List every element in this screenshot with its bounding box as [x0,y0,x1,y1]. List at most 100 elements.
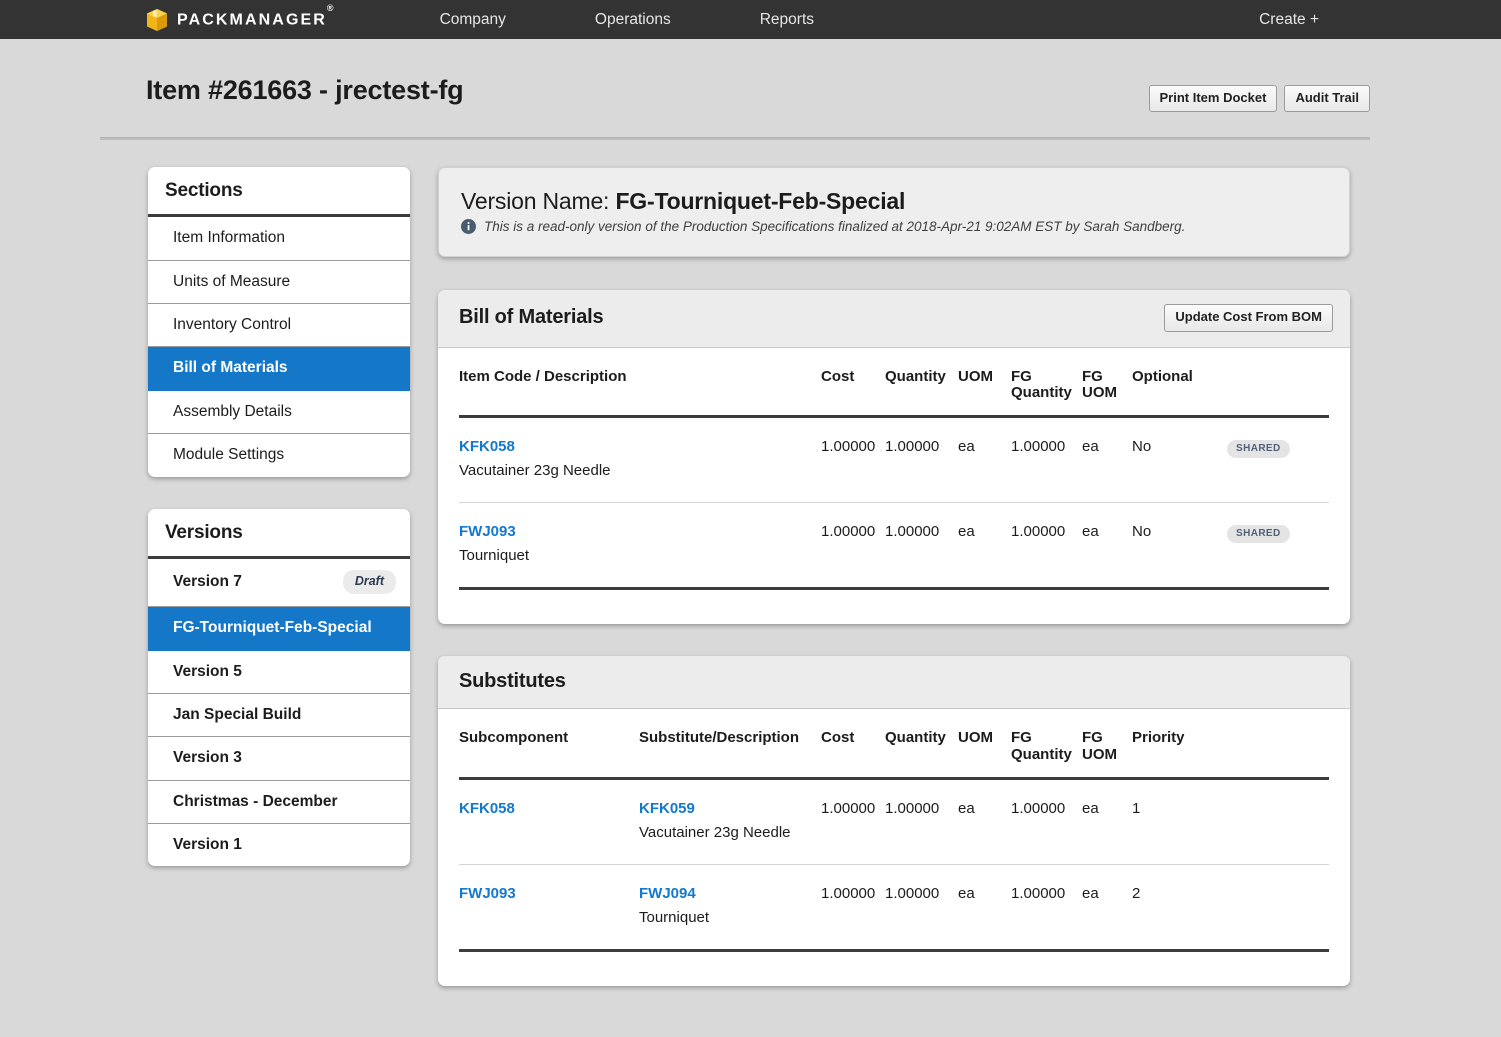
create-menu-button[interactable]: Create + [1259,11,1319,29]
table-header-row: Subcomponent Substitute/Description Cost… [459,709,1329,780]
version-item-version-5[interactable]: Version 5 [148,651,410,694]
version-item-label: Version 7 [173,573,242,591]
sidebar-item-assembly-details[interactable]: Assembly Details [148,391,410,435]
cell-uom: ea [958,778,1011,865]
substitute-link[interactable]: KFK059 [639,797,821,821]
cell-priority: 1 [1132,778,1329,865]
substitute-description: Vacutainer 23g Needle [639,823,791,841]
page-title: Item #261663 - jrectest-fg [146,75,464,105]
column-header-quantity: Quantity [885,709,958,780]
cell-quantity: 1.00000 [885,416,958,504]
sidebar-item-module-settings[interactable]: Module Settings [148,434,410,476]
version-item-jan-special-build[interactable]: Jan Special Build [148,694,410,738]
page-header-actions: Print Item Docket Audit Trail [1148,85,1370,113]
sidebar-item-label: Item Information [173,229,285,247]
version-item-christmas-december[interactable]: Christmas - December [148,781,410,825]
cell-subcomponent: FWJ093 [459,864,639,952]
cell-optional: No [1132,416,1227,504]
version-name-label: Version Name: [461,188,610,215]
item-code-link[interactable]: FWJ093 [459,520,821,544]
cell-flag: SHARED [1227,416,1329,504]
substitute-link[interactable]: FWJ094 [639,882,821,906]
cell-item-code: FWJ093 Tourniquet [459,502,821,591]
bill-of-materials-card: Bill of Materials Update Cost From BOM I… [438,290,1350,625]
print-item-docket-button[interactable]: Print Item Docket [1148,85,1278,113]
sidebar-item-label: Module Settings [173,446,285,464]
substitutes-title: Substitutes [459,670,566,693]
column-header-cost: Cost [821,347,885,419]
sidebar-item-units-of-measure[interactable]: Units of Measure [148,261,410,305]
version-name-heading: Version Name: FG-Tourniquet-Feb-Special [461,188,1327,215]
version-item-version-1[interactable]: Version 1 [148,824,410,866]
version-item-label: FG-Tourniquet-Feb-Special [173,619,372,637]
substitutes-card: Substitutes Subcomponent Substitute/Desc… [438,656,1350,986]
cell-subcomponent: KFK058 [459,778,639,865]
version-readonly-note: This is a read-only version of the Produ… [461,219,1327,235]
cell-fg-uom: ea [1082,416,1132,504]
version-item-fg-tourniquet-feb-special[interactable]: FG-Tourniquet-Feb-Special [148,607,410,651]
subcomponent-link[interactable]: KFK058 [459,800,515,817]
column-header-optional: Optional [1132,347,1227,419]
cell-item-code: KFK058 Vacutainer 23g Needle [459,416,821,504]
cell-substitute: KFK059 Vacutainer 23g Needle [639,778,821,865]
version-item-version-7[interactable]: Version 7 Draft [148,559,410,608]
substitutes-body: Subcomponent Substitute/Description Cost… [438,709,1350,986]
cell-quantity: 1.00000 [885,502,958,591]
status-badge-shared: SHARED [1227,440,1290,459]
brand-logo[interactable]: PACKMANAGER® [146,3,334,32]
top-navigation-bar: PACKMANAGER® Company Operations Reports … [0,0,1501,39]
cell-cost: 1.00000 [821,416,885,504]
item-description: Vacutainer 23g Needle [459,462,611,480]
cell-priority: 2 [1132,864,1329,952]
primary-nav-links: Company Operations Reports [440,11,903,29]
page-header: Item #261663 - jrectest-fg Print Item Do… [0,39,1501,113]
nav-link-company[interactable]: Company [440,11,506,29]
update-cost-from-bom-button[interactable]: Update Cost From BOM [1164,304,1333,332]
cell-fg-uom: ea [1082,502,1132,591]
nav-right-group: Create + [1259,0,1501,39]
version-item-label: Version 1 [173,836,242,854]
cell-quantity: 1.00000 [885,864,958,952]
subcomponent-link[interactable]: FWJ093 [459,885,516,902]
cell-flag: SHARED [1227,502,1329,591]
status-badge-draft: Draft [342,569,396,595]
table-header: Item Code / Description Cost Quantity UO… [459,347,1329,419]
info-circle-icon [461,219,476,235]
substitutes-table: Subcomponent Substitute/Description Cost… [459,709,1329,952]
versions-panel: Versions Version 7 Draft FG-Tourniquet-F… [148,508,410,867]
page-layout: Sections Item Information Units of Measu… [0,140,1501,1017]
sidebar-item-item-information[interactable]: Item Information [148,217,410,261]
column-header-item-code: Item Code / Description [459,347,821,419]
item-code-link[interactable]: KFK058 [459,435,821,459]
column-header-fg-uom: FG UOM [1082,709,1132,780]
version-item-label: Jan Special Build [173,705,302,723]
cell-fg-quantity: 1.00000 [1011,778,1082,865]
column-header-substitute: Substitute/Description [639,709,821,780]
cell-fg-quantity: 1.00000 [1011,416,1082,504]
column-header-quantity: Quantity [885,347,958,419]
substitutes-header: Substitutes [438,656,1350,710]
sidebar-item-label: Bill of Materials [173,359,288,377]
table-row: FWJ093 Tourniquet 1.00000 1.00000 ea 1.0… [459,502,1329,591]
sidebar-item-label: Assembly Details [173,402,292,420]
sections-panel-header: Sections [148,167,410,218]
versions-panel-title: Versions [165,521,243,543]
nav-link-reports[interactable]: Reports [760,11,814,29]
item-description: Tourniquet [459,547,530,565]
column-header-uom: UOM [958,347,1011,419]
bill-of-materials-title: Bill of Materials [459,306,604,329]
sidebar-item-label: Inventory Control [173,316,292,334]
sidebar-item-bill-of-materials[interactable]: Bill of Materials [148,347,410,391]
substitute-description: Tourniquet [639,908,710,926]
version-name-value: FG-Tourniquet-Feb-Special [615,188,906,215]
table-header: Subcomponent Substitute/Description Cost… [459,709,1329,780]
audit-trail-button[interactable]: Audit Trail [1284,85,1370,113]
sidebar-item-inventory-control[interactable]: Inventory Control [148,304,410,348]
cell-fg-uom: ea [1082,778,1132,865]
version-item-version-3[interactable]: Version 3 [148,737,410,781]
nav-link-operations[interactable]: Operations [595,11,671,29]
cell-fg-quantity: 1.00000 [1011,502,1082,591]
table-row: KFK058 KFK059 Vacutainer 23g Needle 1.00… [459,778,1329,865]
table-header-row: Item Code / Description Cost Quantity UO… [459,347,1329,419]
sidebar-item-label: Units of Measure [173,272,291,290]
